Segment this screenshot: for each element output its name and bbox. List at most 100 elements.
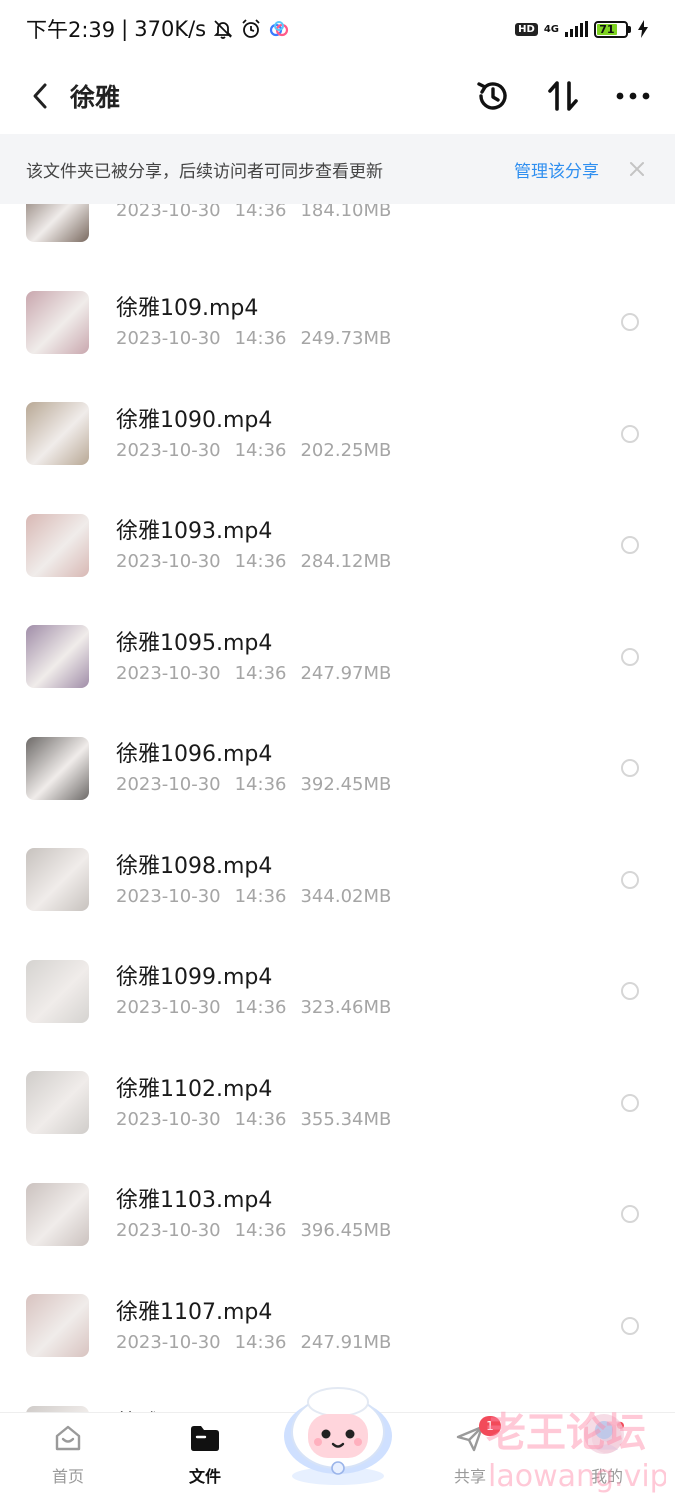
video-thumbnail — [26, 959, 89, 1023]
file-size: 344.02MB — [300, 885, 392, 907]
video-thumbnail — [26, 1294, 89, 1357]
file-size: 247.97MB — [300, 662, 392, 684]
select-radio[interactable] — [621, 647, 639, 666]
close-banner-button[interactable] — [625, 157, 649, 181]
file-date: 2023-10-30 — [116, 328, 221, 349]
share-badge: 1 — [479, 1416, 501, 1436]
history-icon — [477, 82, 507, 110]
chevron-left-icon — [33, 83, 47, 109]
battery-level: 71 — [597, 23, 617, 36]
tab-home[interactable]: 首页 — [18, 1413, 118, 1500]
file-time: 14:36 — [234, 1220, 287, 1241]
page-title: 徐雅 — [70, 83, 121, 112]
file-meta: 2023-10-30 14:36 396.45MB — [116, 1220, 405, 1241]
more-button[interactable] — [613, 76, 653, 116]
video-thumbnail — [26, 625, 89, 688]
select-radio[interactable] — [621, 536, 639, 554]
file-date: 2023-10-30 — [116, 774, 221, 795]
tab-files[interactable]: 文件 — [155, 1413, 255, 1500]
file-row[interactable]: 徐雅1096.mp4 2023-10-30 14:36 392.45MB — [0, 712, 675, 824]
file-name: 徐雅1090.mp4 — [116, 407, 273, 433]
file-time: 14:36 — [234, 439, 287, 461]
signal-icon — [565, 21, 588, 37]
select-radio[interactable] — [621, 1093, 639, 1112]
header: 徐雅 — [0, 58, 675, 134]
file-meta: 2023-10-30 14:36 355.34MB — [116, 1109, 405, 1130]
file-row[interactable]: 徐雅1090.mp4 2023-10-30 14:36 202.25MB — [0, 378, 675, 490]
file-name: 徐雅1093.mp4 — [116, 519, 273, 544]
file-name: 徐雅1107.mp4 — [116, 1299, 273, 1325]
file-row[interactable]: 徐雅1098.mp4 2023-10-30 14:36 344.02MB — [0, 824, 675, 936]
status-separator: | — [121, 17, 129, 41]
tab-share[interactable]: 1 共享 — [420, 1413, 520, 1500]
file-size: 247.91MB — [300, 1331, 392, 1353]
more-icon — [616, 92, 650, 100]
select-radio[interactable] — [621, 424, 639, 443]
tab-profile[interactable]: 我的 — [557, 1413, 657, 1500]
file-size: 284.12MB — [300, 551, 392, 572]
sort-icon — [548, 81, 578, 111]
history-button[interactable] — [473, 76, 513, 116]
file-size: 249.73MB — [300, 328, 392, 349]
file-name: 徐雅1098.mp4 — [116, 853, 273, 879]
file-row[interactable]: 2023-10-30 14:36 184.10MB — [0, 204, 675, 266]
status-bar: 下午2:39 | 370K/s HD 4G 71 — [0, 0, 675, 58]
home-icon — [51, 1421, 85, 1455]
select-radio[interactable] — [621, 870, 639, 889]
file-row[interactable]: 徐雅1103.mp4 2023-10-30 14:36 396.45MB — [0, 1158, 675, 1270]
file-name: 徐雅1096.mp4 — [116, 742, 273, 767]
sort-button[interactable] — [543, 76, 583, 116]
back-button[interactable] — [22, 74, 58, 118]
battery-icon: 71 — [594, 20, 631, 38]
file-row[interactable]: 徐雅1099.mp4 2023-10-30 14:36 323.46MB — [0, 935, 675, 1047]
select-radio[interactable] — [621, 1316, 639, 1335]
tab-label-home: 首页 — [51, 1467, 84, 1486]
video-thumbnail — [26, 1182, 89, 1246]
file-size: 202.25MB — [300, 439, 392, 461]
file-row[interactable]: 徐雅1107.mp4 2023-10-30 14:36 247.91MB — [0, 1270, 675, 1382]
status-right: HD 4G 71 — [515, 20, 649, 38]
video-thumbnail — [26, 204, 89, 242]
mascot-icon — [284, 1387, 392, 1485]
select-radio[interactable] — [621, 1205, 639, 1223]
header-actions — [473, 76, 653, 116]
file-name: 徐雅1110.mp4 — [116, 1405, 272, 1412]
file-meta: 2023-10-30 14:36 284.12MB — [116, 551, 405, 572]
cloud-app-icon — [268, 18, 290, 40]
close-icon — [630, 162, 644, 176]
file-time: 14:36 — [234, 774, 287, 795]
file-size: 355.34MB — [300, 1108, 392, 1130]
file-name: 徐雅109.mp4 — [116, 296, 259, 321]
mascot-button[interactable] — [278, 1380, 398, 1486]
file-time: 14:36 — [234, 885, 287, 907]
file-meta: 2023-10-30 14:36 247.91MB — [116, 1332, 405, 1353]
alarm-icon — [240, 18, 262, 40]
select-radio[interactable] — [621, 982, 639, 1000]
file-time: 14:36 — [234, 997, 287, 1018]
file-name: 徐雅1095.mp4 — [116, 630, 273, 656]
video-thumbnail — [26, 736, 89, 800]
share-message: 该文件夹已被分享，后续访问者可同步查看更新 — [26, 161, 383, 182]
file-time: 14:36 — [234, 328, 287, 349]
file-date: 2023-10-30 — [116, 662, 221, 684]
file-time: 14:36 — [234, 1108, 287, 1130]
file-name: 徐雅1102.mp4 — [116, 1076, 273, 1102]
folder-icon — [188, 1421, 222, 1455]
share-banner: 该文件夹已被分享，后续访问者可同步查看更新 管理该分享 — [0, 134, 675, 204]
file-row[interactable]: 徐雅1093.mp4 2023-10-30 14:36 284.12MB — [0, 489, 675, 601]
file-size: 323.46MB — [300, 997, 392, 1018]
hd-badge: HD — [515, 22, 538, 36]
file-size: 184.10MB — [300, 204, 392, 221]
video-thumbnail — [26, 1071, 89, 1134]
select-radio[interactable] — [621, 759, 639, 777]
file-row[interactable]: 徐雅109.mp4 2023-10-30 14:36 249.73MB — [0, 266, 675, 378]
file-list: 2023-10-30 14:36 184.10MB 徐雅109.mp4 2023-10-… — [0, 204, 675, 1412]
file-date: 2023-10-30 — [116, 1220, 221, 1241]
file-meta: 2023-10-30 14:36 323.46MB — [116, 997, 405, 1018]
manage-share-link[interactable]: 管理该分享 — [514, 157, 599, 182]
file-name: 徐雅1099.mp4 — [116, 965, 273, 990]
select-radio[interactable] — [621, 313, 639, 331]
file-row[interactable]: 徐雅1095.mp4 2023-10-30 14:36 247.97MB — [0, 601, 675, 713]
file-row[interactable]: 徐雅1102.mp4 2023-10-30 14:36 355.34MB — [0, 1047, 675, 1159]
avatar-icon — [590, 1421, 624, 1455]
